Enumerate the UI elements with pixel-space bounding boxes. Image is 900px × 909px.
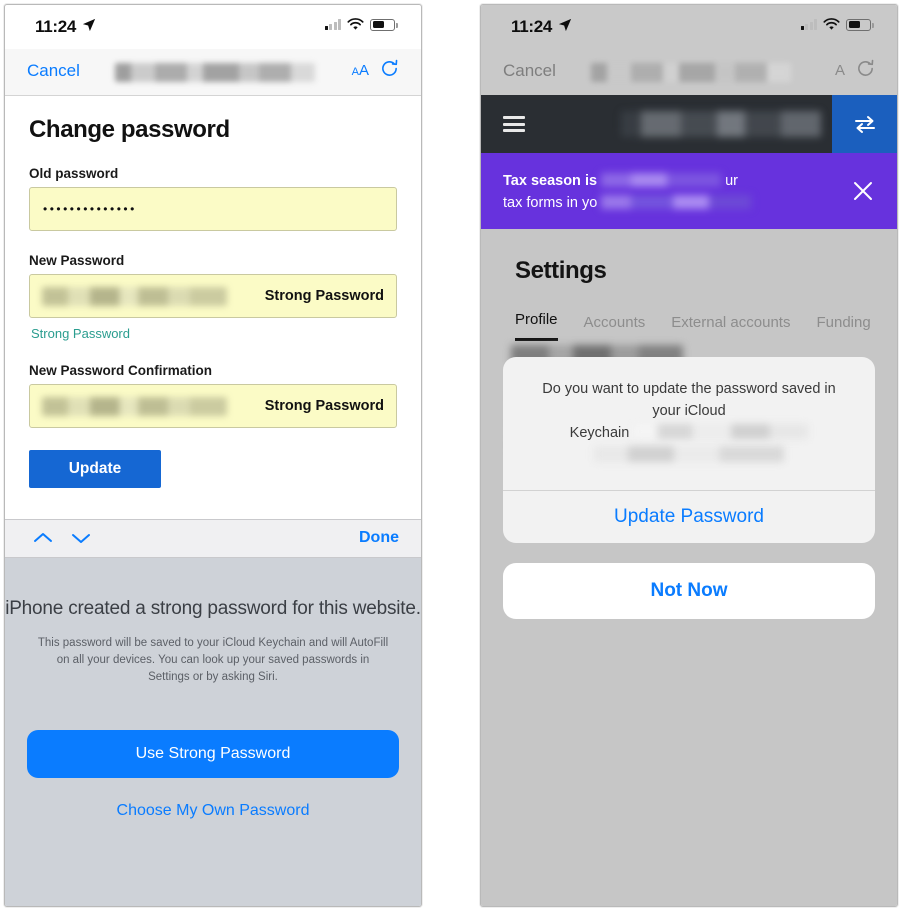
new-password-input[interactable]: Strong Password (29, 274, 397, 318)
keychain-message-line2: Keychain (569, 424, 630, 441)
hamburger-menu-icon[interactable] (503, 113, 525, 136)
autofill-strong-password-sheet: iPhone created a strong password for thi… (5, 558, 421, 906)
keychain-site-redacted-2 (594, 446, 784, 463)
confirm-password-input[interactable]: Strong Password (29, 384, 397, 428)
safari-url-field[interactable] (115, 63, 315, 82)
keyboard-accessory-bar: Done (5, 519, 421, 558)
tab-external-accounts[interactable]: External accounts (671, 314, 790, 341)
promo-banner: Tax season is ur tax forms in yo (481, 153, 897, 229)
confirm-password-label: New Password Confirmation (29, 363, 213, 378)
keychain-site-redacted-1 (633, 423, 809, 439)
phone-right: 11:24 Cancel A Tax season is ur tax form… (480, 4, 898, 907)
old-password-value: •••••••••••••• (43, 202, 137, 216)
close-icon[interactable] (851, 179, 875, 203)
old-password-label: Old password (29, 166, 119, 181)
promo-redacted-1 (601, 173, 722, 187)
transfer-button[interactable] (832, 95, 897, 153)
update-password-button[interactable]: Update Password (503, 490, 875, 543)
app-header-bar (481, 95, 897, 153)
new-password-label: New Password (29, 253, 125, 268)
safari-toolbar-right: Cancel A (481, 49, 897, 95)
cellular-signal-icon (800, 19, 817, 30)
autofill-body-text: This password will be saved to your iClo… (37, 636, 389, 684)
status-bar-right: 11:24 (481, 5, 897, 49)
safari-cancel-button[interactable]: Cancel (27, 61, 80, 81)
update-button[interactable]: Update (29, 450, 161, 488)
transfer-arrows-icon (854, 116, 875, 133)
change-password-page: Change password Old password •••••••••••… (5, 96, 421, 519)
new-password-helper-text: Strong Password (31, 326, 130, 341)
promo-redacted-2 (601, 195, 752, 210)
previous-field-chevron-up-icon[interactable] (32, 529, 54, 547)
promo-line1-bold: Tax season is (503, 173, 598, 189)
reload-icon[interactable] (380, 59, 399, 78)
use-strong-password-button[interactable]: Use Strong Password (27, 730, 399, 779)
location-arrow-icon (558, 18, 572, 32)
promo-text: Tax season is ur tax forms in yo (503, 170, 803, 215)
confirm-password-value-redacted (42, 396, 227, 416)
text-size-button[interactable]: AA (352, 62, 369, 79)
autofill-title: iPhone created a strong password for thi… (5, 598, 421, 619)
safari-toolbar-left: Cancel AA (5, 49, 421, 96)
new-password-strength-tag: Strong Password (264, 288, 384, 304)
app-logo-redacted (621, 111, 821, 137)
location-arrow-icon (82, 18, 96, 32)
battery-icon (846, 18, 874, 31)
settings-tabs: Profile Accounts External accounts Fundi… (481, 285, 897, 341)
tab-accounts[interactable]: Accounts (584, 314, 646, 341)
promo-line2: tax forms in yo (503, 195, 598, 212)
screenshot-root: 11:24 Cancel AA Change password Old pass… (0, 0, 900, 909)
page-title: Change password (29, 116, 230, 143)
icloud-keychain-dialog: Do you want to update the password saved… (503, 357, 875, 543)
keychain-message-line1: Do you want to update the password saved… (542, 381, 836, 419)
keyboard-done-button[interactable]: Done (359, 529, 399, 547)
status-bar-time: 11:24 (35, 17, 77, 36)
status-bar-indicators (324, 18, 398, 31)
tab-profile[interactable]: Profile (515, 311, 558, 341)
next-field-chevron-down-icon[interactable] (70, 529, 92, 547)
safari-cancel-button[interactable]: Cancel (503, 61, 556, 81)
status-bar-left: 11:24 (5, 5, 421, 49)
text-size-button[interactable]: A (835, 62, 845, 79)
settings-page: Settings Profile Accounts External accou… (481, 229, 897, 906)
cellular-signal-icon (324, 19, 341, 30)
choose-my-own-password-button[interactable]: Choose My Own Password (5, 802, 421, 820)
old-password-input[interactable]: •••••••••••••• (29, 187, 397, 231)
reload-icon[interactable] (856, 59, 875, 78)
status-bar-time-right: 11:24 (511, 17, 553, 36)
status-bar-indicators-right (800, 18, 874, 31)
wifi-icon (347, 18, 364, 30)
new-password-value-redacted (42, 286, 227, 306)
not-now-button[interactable]: Not Now (503, 563, 875, 619)
phone-left: 11:24 Cancel AA Change password Old pass… (4, 4, 422, 907)
keychain-dialog-message: Do you want to update the password saved… (503, 357, 875, 490)
confirm-password-strength-tag: Strong Password (264, 398, 384, 414)
battery-icon (370, 18, 398, 31)
wifi-icon (823, 18, 840, 30)
promo-line1-tail: ur (725, 173, 738, 189)
safari-url-field[interactable] (591, 63, 791, 82)
page-title: Settings (515, 257, 607, 284)
tab-funding[interactable]: Funding (816, 314, 870, 341)
